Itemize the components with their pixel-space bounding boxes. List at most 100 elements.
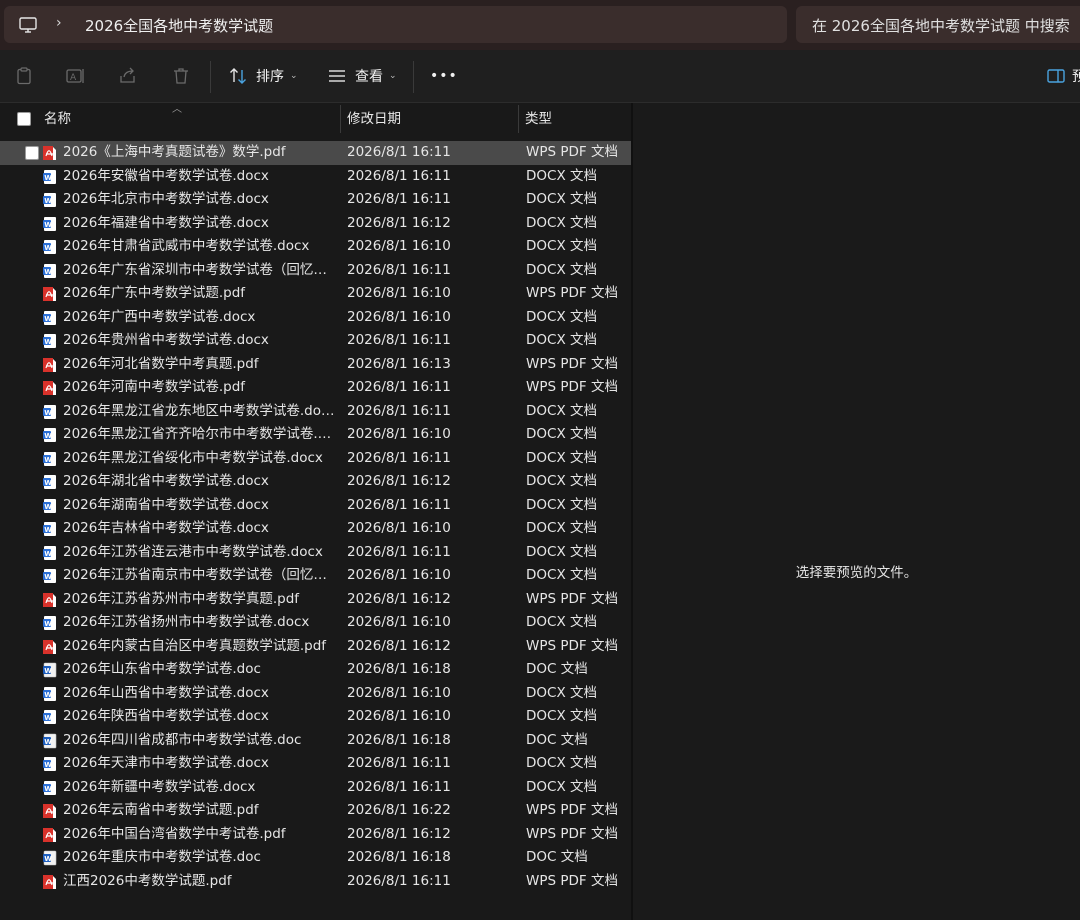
file-name[interactable]: 2026年河南中考数学试卷.pdf — [63, 376, 335, 400]
row-checkbox[interactable] — [25, 146, 39, 160]
file-row[interactable]: W 2026年吉林省中考数学试卷.docx 2026/8/1 16:10 DOCX 文… — [0, 517, 631, 541]
address-bar[interactable]: › 2026全国各地中考数学试题 — [4, 6, 787, 43]
file-date-modified: 2026/8/1 16:11 — [347, 167, 451, 184]
svg-text:W: W — [44, 714, 52, 722]
search-input[interactable]: 在 2026全国各地中考数学试题 中搜索 — [812, 15, 1070, 36]
chevron-right-icon[interactable]: › — [56, 15, 62, 31]
file-row[interactable]: 江西2026中考数学试题.pdf 2026/8/1 16:11 WPS PDF 文档 — [0, 870, 631, 894]
file-type: DOCX 文档 — [526, 567, 597, 583]
file-name[interactable]: 2026年中国台湾省数学中考试卷.pdf — [63, 823, 335, 847]
file-row[interactable]: W 2026年甘肃省武威市中考数学试卷.docx 2026/8/1 16:10 DOC… — [0, 235, 631, 259]
file-name[interactable]: 2026年云南省中考数学试题.pdf — [63, 799, 335, 823]
file-row[interactable]: W 2026年广东省深圳市中考数学试卷（回忆版... 2026/8/1 16:11 D… — [0, 259, 631, 283]
file-row[interactable]: W 2026年黑龙江省绥化市中考数学试卷.docx 2026/8/1 16:11 DO… — [0, 447, 631, 471]
sort-icon — [230, 68, 246, 84]
file-row[interactable]: 2026《上海中考真题试卷》数学.pdf 2026/8/1 16:11 WPS PD… — [0, 141, 631, 165]
column-resize-handle[interactable] — [340, 105, 341, 133]
file-row[interactable]: W 2026年江苏省南京市中考数学试卷（回忆版... 2026/8/1 16:10 D… — [0, 564, 631, 588]
file-name[interactable]: 2026《上海中考真题试卷》数学.pdf — [63, 141, 335, 165]
file-row[interactable]: W 2026年重庆市中考数学试卷.doc 2026/8/1 16:18 DOC 文档 — [0, 846, 631, 870]
file-row[interactable]: 2026年内蒙古自治区中考真题数学试题.pdf 2026/8/1 16:12 WPS… — [0, 635, 631, 659]
file-name[interactable]: 2026年山西省中考数学试卷.docx — [63, 682, 335, 706]
rename-button[interactable]: A — [65, 50, 87, 102]
file-name[interactable]: 2026年新疆中考数学试卷.docx — [63, 776, 335, 800]
file-name[interactable]: 2026年安徽省中考数学试卷.docx — [63, 165, 335, 189]
svg-text:W: W — [44, 502, 52, 510]
view-button[interactable]: 查看 ⌄ — [327, 50, 397, 102]
column-resize-handle[interactable] — [518, 105, 519, 133]
file-row[interactable]: W 2026年湖南省中考数学试卷.docx 2026/8/1 16:11 DOCX 文… — [0, 494, 631, 518]
file-row[interactable]: W 2026年江苏省扬州市中考数学试卷.docx 2026/8/1 16:10 DOC… — [0, 611, 631, 635]
more-options-button[interactable]: ••• — [430, 50, 458, 102]
sort-button[interactable]: 排序 ⌄ — [228, 50, 298, 102]
preview-message: 选择要预览的文件。 — [795, 565, 918, 581]
file-row[interactable]: 2026年江苏省苏州市中考数学真题.pdf 2026/8/1 16:12 WPS P… — [0, 588, 631, 612]
file-name[interactable]: 2026年重庆市中考数学试卷.doc — [63, 846, 335, 870]
file-name[interactable]: 2026年广西中考数学试卷.docx — [63, 306, 335, 330]
file-name[interactable]: 2026年湖南省中考数学试卷.docx — [63, 494, 335, 518]
word-docx-file-icon: W — [43, 686, 56, 701]
share-button[interactable] — [118, 50, 138, 102]
file-row[interactable]: W 2026年陕西省中考数学试卷.docx 2026/8/1 16:10 DOCX 文… — [0, 705, 631, 729]
file-row[interactable]: W 2026年山西省中考数学试卷.docx 2026/8/1 16:10 DOCX 文… — [0, 682, 631, 706]
file-row[interactable]: W 2026年北京市中考数学试卷.docx 2026/8/1 16:11 DOCX 文… — [0, 188, 631, 212]
file-row[interactable]: W 2026年福建省中考数学试卷.docx 2026/8/1 16:12 DOCX 文… — [0, 212, 631, 236]
column-header-type[interactable]: 类型 — [525, 103, 552, 135]
file-name[interactable]: 2026年四川省成都市中考数学试卷.doc — [63, 729, 335, 753]
file-row[interactable]: 2026年中国台湾省数学中考试卷.pdf 2026/8/1 16:12 WPS PD… — [0, 823, 631, 847]
file-row[interactable]: 2026年云南省中考数学试题.pdf 2026/8/1 16:22 WPS PDF … — [0, 799, 631, 823]
file-name[interactable]: 2026年湖北省中考数学试卷.docx — [63, 470, 335, 494]
column-header-date-modified[interactable]: 修改日期 — [347, 103, 401, 135]
file-row[interactable]: 2026年广东中考数学试题.pdf 2026/8/1 16:10 WPS PDF 文… — [0, 282, 631, 306]
file-name[interactable]: 2026年江苏省连云港市中考数学试卷.docx — [63, 541, 335, 565]
file-row[interactable]: W 2026年安徽省中考数学试卷.docx 2026/8/1 16:11 DOCX 文… — [0, 165, 631, 189]
file-name[interactable]: 2026年山东省中考数学试卷.doc — [63, 658, 335, 682]
preview-pane-button[interactable]: 预 — [1046, 50, 1080, 102]
file-row[interactable]: W 2026年新疆中考数学试卷.docx 2026/8/1 16:11 DOCX 文档 — [0, 776, 631, 800]
title-bar: › 2026全国各地中考数学试题 在 2026全国各地中考数学试题 中搜索 — [0, 0, 1080, 50]
this-pc-icon[interactable] — [18, 15, 38, 35]
file-row[interactable]: W 2026年天津市中考数学试卷.docx 2026/8/1 16:11 DOCX 文… — [0, 752, 631, 776]
file-name[interactable]: 2026年广东中考数学试题.pdf — [63, 282, 335, 306]
file-name[interactable]: 2026年贵州省中考数学试卷.docx — [63, 329, 335, 353]
word-docx-file-icon: W — [43, 193, 56, 207]
file-row[interactable]: W 2026年贵州省中考数学试卷.docx 2026/8/1 16:11 DOCX 文… — [0, 329, 631, 353]
select-all-checkbox[interactable] — [17, 112, 31, 126]
file-row[interactable]: W 2026年黑龙江省齐齐哈尔市中考数学试卷.d... 2026/8/1 16:10… — [0, 423, 631, 447]
file-row[interactable]: W 2026年广西中考数学试卷.docx 2026/8/1 16:10 DOCX 文档 — [0, 306, 631, 330]
file-name[interactable]: 2026年江苏省苏州市中考数学真题.pdf — [63, 588, 335, 612]
file-name[interactable]: 2026年河北省数学中考真题.pdf — [63, 353, 335, 377]
file-name[interactable]: 2026年黑龙江省齐齐哈尔市中考数学试卷.d... — [63, 423, 335, 447]
file-name[interactable]: 2026年天津市中考数学试卷.docx — [63, 752, 335, 776]
file-row[interactable]: W 2026年黑龙江省龙东地区中考数学试卷.docx 2026/8/1 16:11 D… — [0, 400, 631, 424]
file-name[interactable]: 2026年江苏省南京市中考数学试卷（回忆版... — [63, 564, 335, 588]
svg-text:W: W — [44, 761, 52, 769]
pdf-file-icon — [43, 639, 56, 654]
file-type: WPS PDF 文档 — [526, 590, 618, 607]
file-type: DOCX 文档 — [526, 308, 597, 325]
file-row[interactable]: W 2026年江苏省连云港市中考数学试卷.docx 2026/8/1 16:11 DO… — [0, 541, 631, 565]
svg-text:W: W — [44, 432, 52, 440]
file-name[interactable]: 2026年吉林省中考数学试卷.docx — [63, 517, 335, 541]
file-name[interactable]: 2026年甘肃省武威市中考数学试卷.docx — [63, 235, 335, 259]
file-row[interactable]: W 2026年四川省成都市中考数学试卷.doc 2026/8/1 16:18 DOC … — [0, 729, 631, 753]
delete-button[interactable] — [171, 50, 191, 102]
file-name[interactable]: 2026年陕西省中考数学试卷.docx — [63, 705, 335, 729]
file-row[interactable]: 2026年河北省数学中考真题.pdf 2026/8/1 16:13 WPS PDF … — [0, 353, 631, 377]
paste-button[interactable] — [14, 50, 34, 102]
file-name[interactable]: 2026年内蒙古自治区中考真题数学试题.pdf — [63, 635, 335, 659]
file-name[interactable]: 2026年广东省深圳市中考数学试卷（回忆版... — [63, 259, 335, 283]
file-name[interactable]: 2026年江苏省扬州市中考数学试卷.docx — [63, 611, 335, 635]
file-name[interactable]: 江西2026中考数学试题.pdf — [63, 870, 335, 894]
file-name[interactable]: 2026年黑龙江省绥化市中考数学试卷.docx — [63, 447, 335, 471]
file-type: DOCX 文档 — [526, 449, 597, 466]
file-row[interactable]: 2026年河南中考数学试卷.pdf 2026/8/1 16:11 WPS PDF 文… — [0, 376, 631, 400]
column-header-name[interactable]: 名称 — [44, 103, 71, 135]
file-row[interactable]: W 2026年山东省中考数学试卷.doc 2026/8/1 16:18 DOC 文档 — [0, 658, 631, 682]
file-name[interactable]: 2026年北京市中考数学试卷.docx — [63, 188, 335, 212]
breadcrumb-current-folder[interactable]: 2026全国各地中考数学试题 — [85, 15, 273, 36]
file-row[interactable]: W 2026年湖北省中考数学试卷.docx 2026/8/1 16:12 DOCX 文… — [0, 470, 631, 494]
search-box[interactable]: 在 2026全国各地中考数学试题 中搜索 — [796, 6, 1080, 43]
file-name[interactable]: 2026年黑龙江省龙东地区中考数学试卷.docx — [63, 400, 335, 424]
file-name[interactable]: 2026年福建省中考数学试卷.docx — [63, 212, 335, 236]
